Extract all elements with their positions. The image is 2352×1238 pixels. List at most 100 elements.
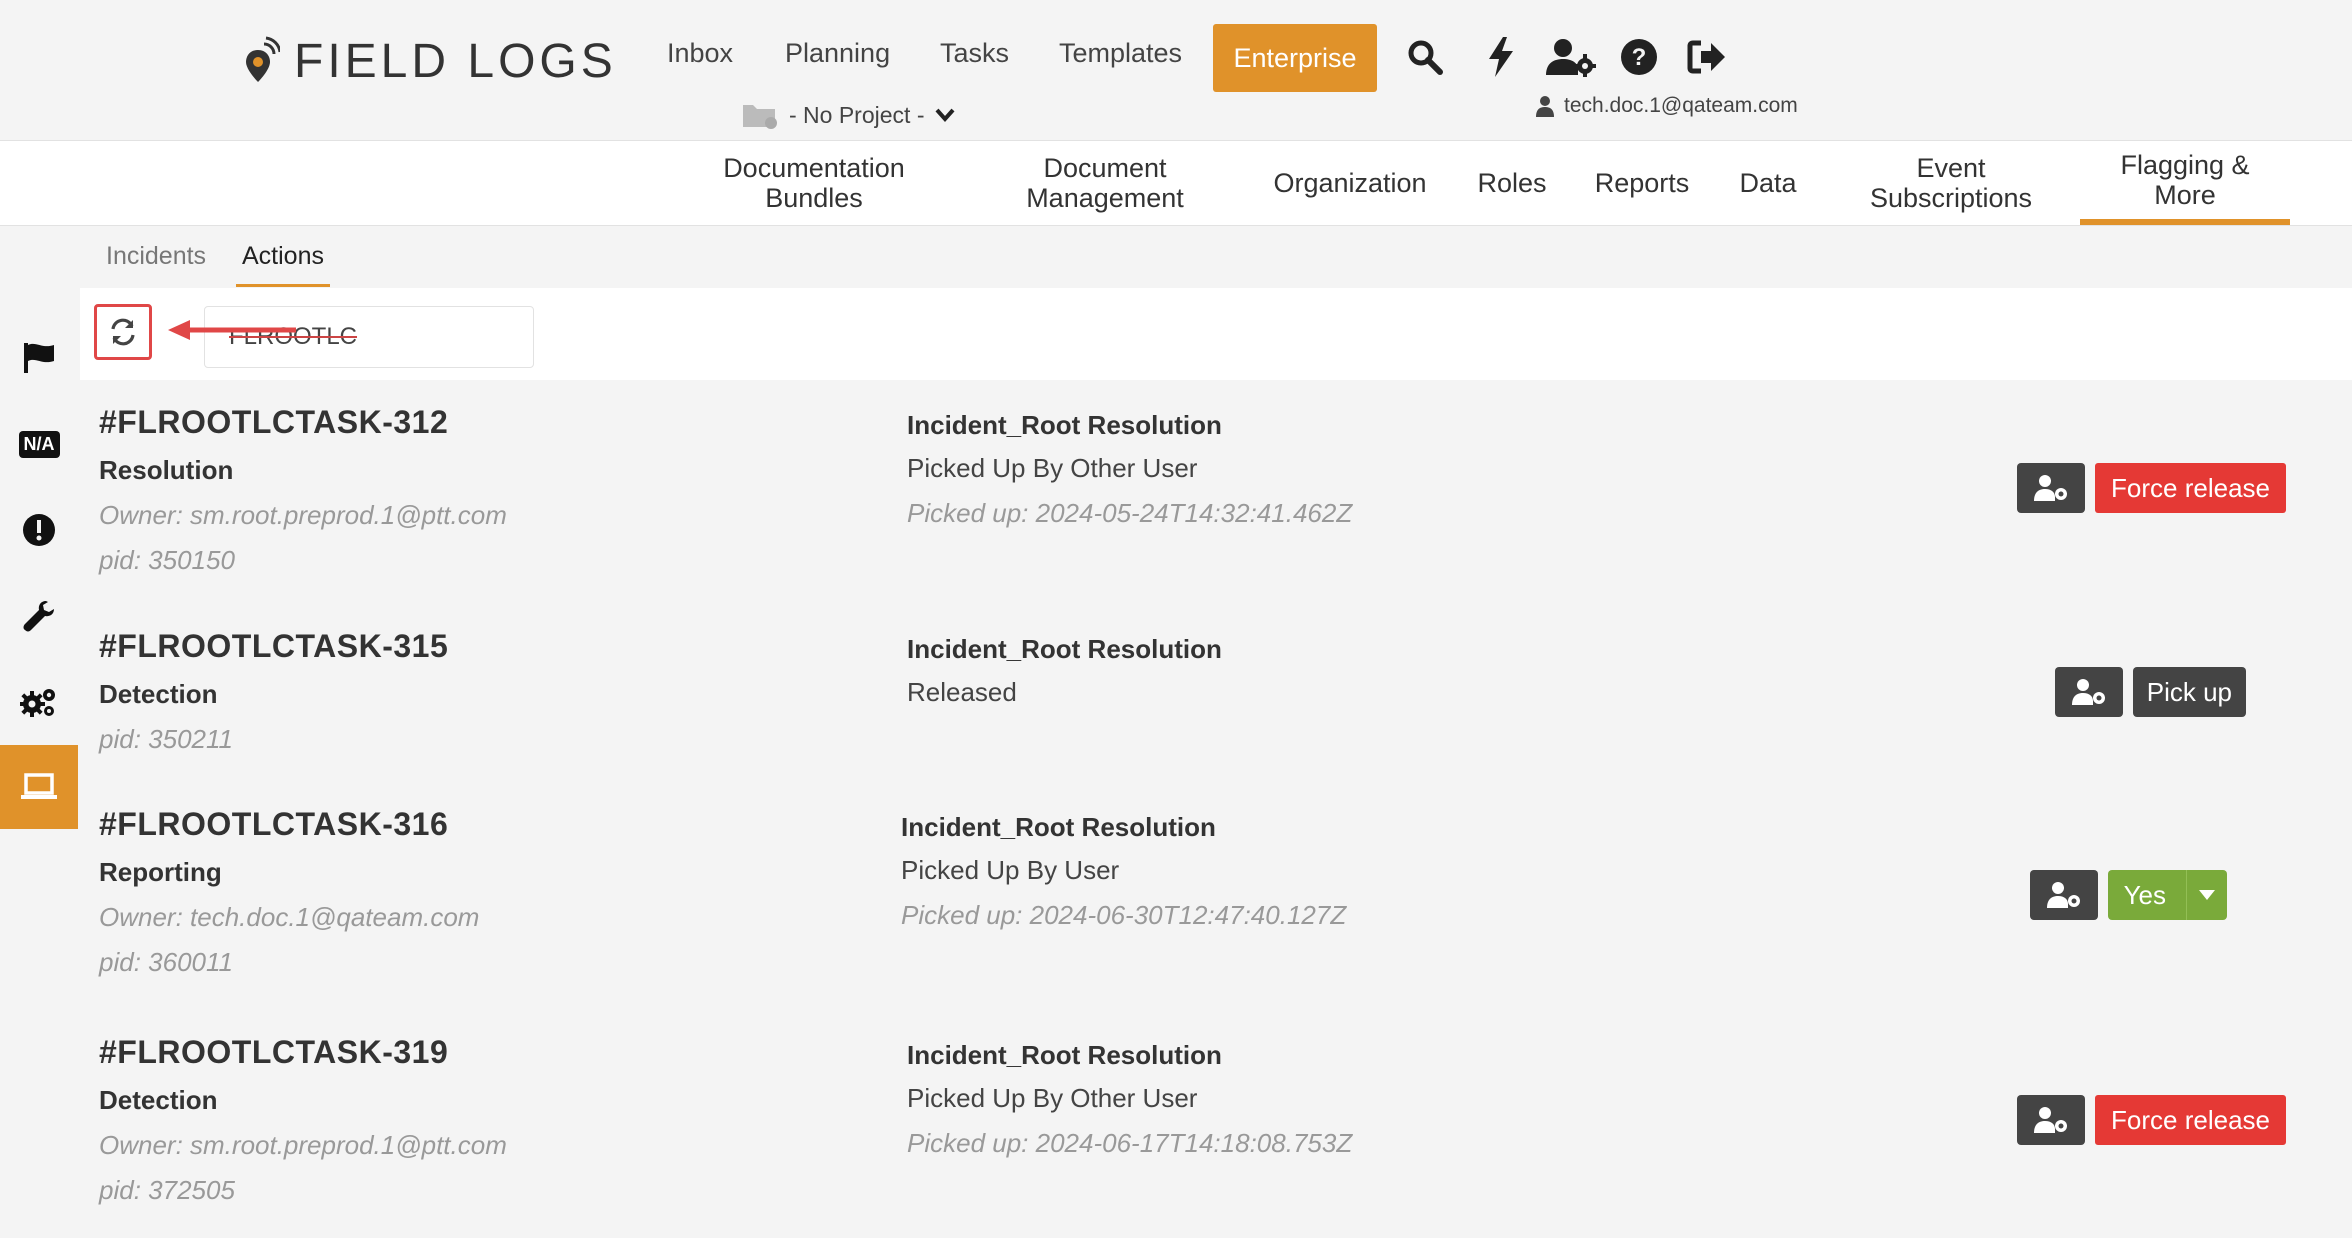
assign-user-button[interactable] — [2029, 870, 2098, 920]
task-owner: Owner: sm.root.preprod.1@ptt.com — [99, 500, 507, 530]
task-picked-up: Picked up: 2024-06-17T14:18:08.753Z — [907, 1128, 1353, 1158]
task-picked-up: Picked up: 2024-05-24T14:32:41.462Z — [907, 498, 1353, 528]
gears-icon — [20, 689, 55, 717]
nav-planning[interactable]: Planning — [785, 38, 890, 69]
project-selector[interactable]: - No Project - — [741, 101, 956, 129]
task-row[interactable]: #FLROOTLCTASK-319 Detection Owner: sm.ro… — [80, 1000, 2352, 1238]
annotation-arrow — [168, 320, 296, 340]
task-status: Picked Up By Other User — [907, 1083, 1198, 1113]
subnav-event-subscriptions[interactable]: Event Subscriptions — [1860, 141, 2042, 225]
user-settings-icon — [2071, 679, 2105, 705]
nav-inbox[interactable]: Inbox — [667, 38, 733, 69]
nav-templates[interactable]: Templates — [1059, 38, 1182, 69]
task-row[interactable]: #FLROOTLCTASK-315 Detection pid: 350211 … — [80, 594, 2352, 786]
brand-name: FIELD LOGS — [294, 34, 617, 88]
pick-up-button[interactable]: Pick up — [2132, 667, 2246, 717]
subnav-reports[interactable]: Reports — [1590, 141, 1694, 225]
user-settings-icon — [2046, 882, 2080, 908]
task-pid: pid: 360011 — [99, 947, 233, 977]
task-actions: Force release — [2017, 463, 2286, 513]
rail-alert[interactable] — [0, 487, 78, 573]
task-status-info: Incident_Root Resolution Released — [907, 634, 1222, 708]
task-pid: pid: 350211 — [99, 724, 233, 754]
task-phase: Detection — [99, 679, 218, 709]
chevron-down-icon — [935, 108, 955, 123]
task-info: #FLROOTLCTASK-315 Detection pid: 350211 — [99, 628, 448, 755]
laptop-icon — [21, 773, 57, 799]
task-type: Incident_Root Resolution — [901, 812, 1216, 842]
task-phase: Resolution — [99, 455, 234, 485]
help-icon[interactable]: ? — [1616, 32, 1662, 82]
nav-tasks[interactable]: Tasks — [940, 38, 1009, 69]
task-id: #FLROOTLCTASK-315 — [99, 628, 449, 664]
task-actions: Pick up — [2054, 667, 2246, 717]
task-info: #FLROOTLCTASK-312 Resolution Owner: sm.r… — [99, 404, 507, 576]
flag-icon — [24, 343, 54, 373]
subnav-flagging-more[interactable]: Flagging & More — [2080, 141, 2290, 225]
rail-flag[interactable] — [0, 315, 78, 401]
rail-laptop[interactable] — [0, 745, 78, 829]
subnav-documentation-bundles[interactable]: Documentation Bundles — [706, 141, 922, 225]
assign-user-button[interactable] — [2054, 667, 2123, 717]
task-phase: Reporting — [99, 857, 222, 887]
assign-user-button[interactable] — [2017, 463, 2086, 513]
actions-toolbar: FLROOTLC — [80, 288, 2352, 380]
task-picked-up: Picked up: 2024-06-30T12:47:40.127Z — [901, 900, 1347, 930]
user-settings-icon[interactable] — [1544, 32, 1598, 82]
task-row[interactable]: #FLROOTLCTASK-316 Reporting Owner: tech.… — [80, 776, 2352, 1010]
task-type: Incident_Root Resolution — [907, 634, 1222, 664]
subnav-document-management[interactable]: Document Management — [1003, 141, 1207, 225]
user-email: tech.doc.1@qateam.com — [1564, 94, 1798, 117]
subnav-label: Management — [1026, 183, 1184, 213]
assign-user-button[interactable] — [2017, 1095, 2086, 1145]
refresh-icon — [111, 318, 135, 346]
logout-icon[interactable] — [1684, 32, 1730, 82]
user-icon — [1536, 96, 1554, 117]
task-info: #FLROOTLCTASK-316 Reporting Owner: tech.… — [99, 806, 479, 978]
search-icon[interactable] — [1402, 32, 1448, 82]
user-settings-icon — [2034, 1107, 2068, 1133]
enterprise-subnav: Documentation Bundles Document Management … — [0, 141, 2352, 226]
tab-actions[interactable]: Actions — [236, 228, 330, 287]
task-owner: Owner: tech.doc.1@qateam.com — [99, 902, 480, 932]
alert-icon — [23, 514, 55, 546]
task-id: #FLROOTLCTASK-316 — [99, 806, 449, 842]
subnav-label: Document — [1043, 153, 1167, 183]
current-user: tech.doc.1@qateam.com — [1536, 94, 1798, 118]
task-pid: pid: 372505 — [99, 1175, 235, 1205]
subnav-label: Bundles — [765, 183, 863, 213]
app-logo[interactable]: FIELD LOGS — [244, 34, 617, 88]
task-pid: pid: 350150 — [99, 545, 235, 575]
svg-text:?: ? — [1632, 44, 1647, 71]
wrench-icon — [23, 601, 54, 632]
tab-incidents[interactable]: Incidents — [106, 228, 206, 284]
subnav-roles[interactable]: Roles — [1474, 141, 1550, 225]
subnav-data[interactable]: Data — [1733, 141, 1803, 225]
force-release-button[interactable]: Force release — [2095, 1095, 2286, 1145]
rail-na[interactable]: N/A — [0, 401, 78, 487]
task-status-info: Incident_Root Resolution Picked Up By Ot… — [907, 1040, 1352, 1159]
yes-label: Yes — [2123, 879, 2166, 910]
task-phase: Detection — [99, 1085, 218, 1115]
bolt-icon[interactable] — [1478, 32, 1524, 82]
subnav-organization[interactable]: Organization — [1264, 141, 1436, 225]
enterprise-button[interactable]: Enterprise — [1213, 24, 1377, 92]
task-status-info: Incident_Root Resolution Picked Up By Us… — [901, 812, 1346, 931]
subnav-label: Event — [1916, 153, 1986, 183]
yes-dropdown-button[interactable]: Yes — [2107, 870, 2227, 920]
refresh-button[interactable] — [94, 304, 152, 360]
subnav-label: Flagging & — [2120, 150, 2250, 180]
rail-gears[interactable] — [0, 659, 78, 745]
user-settings-icon — [2034, 475, 2068, 501]
task-status: Released — [907, 677, 1017, 707]
task-status: Picked Up By User — [901, 855, 1120, 885]
task-status-info: Incident_Root Resolution Picked Up By Ot… — [907, 410, 1352, 529]
subnav-label: More — [2154, 180, 2216, 210]
rail-wrench[interactable] — [0, 573, 78, 659]
task-type: Incident_Root Resolution — [907, 410, 1222, 440]
caret-down-icon[interactable] — [2186, 870, 2227, 920]
task-status: Picked Up By Other User — [907, 453, 1198, 483]
force-release-button[interactable]: Force release — [2095, 463, 2286, 513]
task-row[interactable]: #FLROOTLCTASK-312 Resolution Owner: sm.r… — [80, 380, 2352, 604]
logo-pin-icon — [246, 36, 280, 82]
